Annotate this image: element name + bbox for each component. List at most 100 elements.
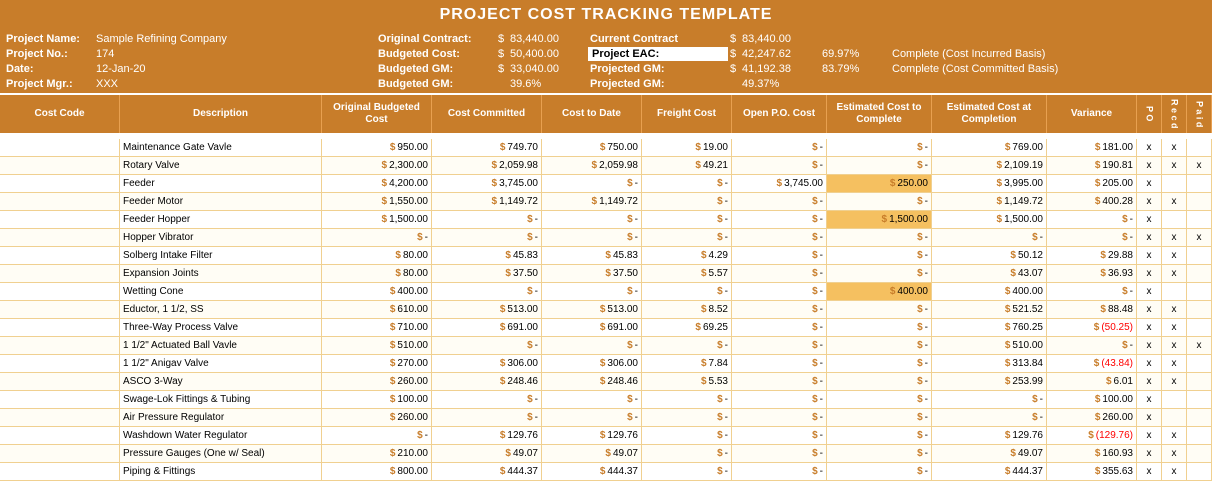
cell-eac: $1,149.72: [932, 193, 1047, 210]
header-original-budgeted-cost: Original Budgeted Cost: [322, 95, 432, 133]
cell-variance: $190.81: [1047, 157, 1137, 174]
table-row: Swage-Lok Fittings & Tubing $100.00 $- $…: [0, 391, 1212, 409]
cell-recd: x: [1162, 463, 1187, 480]
cell-recd: x: [1162, 139, 1187, 156]
data-rows-container: Maintenance Gate Vavle $950.00 $749.70 $…: [0, 139, 1212, 481]
cell-orig: $610.00: [322, 301, 432, 318]
cell-variance: $181.00: [1047, 139, 1137, 156]
cell-committed: $-: [432, 337, 542, 354]
cell-eac: $760.25: [932, 319, 1047, 336]
financial-info: Original Contract: $ 83,440.00 Current C…: [376, 32, 1206, 91]
cell-eac: $400.00: [932, 283, 1047, 300]
cell-variance: $-: [1047, 337, 1137, 354]
cell-eac: $-: [932, 391, 1047, 408]
cell-description: 1 1/2" Anigav Valve: [120, 355, 322, 372]
cell-todate: $-: [542, 283, 642, 300]
cell-freight: $-: [642, 337, 732, 354]
table-row: ASCO 3-Way $260.00 $248.46 $248.46 $5.53…: [0, 373, 1212, 391]
cell-openpo: $-: [732, 139, 827, 156]
cell-po: x: [1137, 337, 1162, 354]
cell-committed: $129.76: [432, 427, 542, 444]
cell-orig: $260.00: [322, 373, 432, 390]
cell-costcode: [0, 283, 120, 300]
cell-recd: x: [1162, 247, 1187, 264]
cell-paid: [1187, 445, 1212, 462]
cell-variance: $355.63: [1047, 463, 1137, 480]
cell-costcode: [0, 355, 120, 372]
cell-todate: $129.76: [542, 427, 642, 444]
cell-paid: [1187, 211, 1212, 228]
cell-description: Piping & Fittings: [120, 463, 322, 480]
table-row: Solberg Intake Filter $80.00 $45.83 $45.…: [0, 247, 1212, 265]
info-section: Project Name: Sample Refining Company Pr…: [0, 30, 1212, 93]
cell-estcomplete: $-: [827, 373, 932, 390]
cell-freight: $7.84: [642, 355, 732, 372]
cell-description: Three-Way Process Valve: [120, 319, 322, 336]
cell-variance: $(50.25): [1047, 319, 1137, 336]
cell-todate: $1,149.72: [542, 193, 642, 210]
cell-estcomplete: $-: [827, 247, 932, 264]
cell-committed: $2,059.98: [432, 157, 542, 174]
cell-estcomplete: $-: [827, 301, 932, 318]
cell-estcomplete: $-: [827, 337, 932, 354]
cell-recd: x: [1162, 355, 1187, 372]
cell-todate: $750.00: [542, 139, 642, 156]
cell-committed: $-: [432, 409, 542, 426]
cell-costcode: [0, 211, 120, 228]
cell-freight: $-: [642, 229, 732, 246]
projected-gm2-label: Projected GM:: [588, 77, 728, 91]
cell-todate: $2,059.98: [542, 157, 642, 174]
header-variance: Variance: [1047, 95, 1137, 133]
cell-orig: $4,200.00: [322, 175, 432, 192]
cell-openpo: $-: [732, 301, 827, 318]
cell-orig: $710.00: [322, 319, 432, 336]
cell-variance: $6.01: [1047, 373, 1137, 390]
cell-estcomplete: $-: [827, 157, 932, 174]
cell-recd: x: [1162, 373, 1187, 390]
header-cost-to-date: Cost to Date: [542, 95, 642, 133]
table-row: Wetting Cone $400.00 $- $- $- $- $400.00…: [0, 283, 1212, 301]
header-estimated-cost-at-completion: Estimated Cost at Completion: [932, 95, 1047, 133]
cell-variance: $-: [1047, 229, 1137, 246]
cell-variance: $260.00: [1047, 409, 1137, 426]
cell-todate: $45.83: [542, 247, 642, 264]
current-contract-label: Current Contract: [588, 32, 728, 46]
cell-po: x: [1137, 211, 1162, 228]
cell-po: x: [1137, 319, 1162, 336]
table-header: Cost Code Description Original Budgeted …: [0, 93, 1212, 133]
cell-orig: $950.00: [322, 139, 432, 156]
cell-committed: $37.50: [432, 265, 542, 282]
cell-costcode: [0, 265, 120, 282]
table-row: Feeder Motor $1,550.00 $1,149.72 $1,149.…: [0, 193, 1212, 211]
cell-eac: $50.12: [932, 247, 1047, 264]
cell-orig: $80.00: [322, 265, 432, 282]
cell-po: x: [1137, 175, 1162, 192]
cell-description: 1 1/2" Actuated Ball Vavle: [120, 337, 322, 354]
cell-todate: $-: [542, 211, 642, 228]
cell-variance: $-: [1047, 211, 1137, 228]
cell-recd: [1162, 391, 1187, 408]
cell-costcode: [0, 247, 120, 264]
cell-estcomplete: $-: [827, 139, 932, 156]
header-estimated-cost-to-complete: Estimated Cost to Complete: [827, 95, 932, 133]
cell-recd: x: [1162, 301, 1187, 318]
cell-committed: $1,149.72: [432, 193, 542, 210]
header-recd: R e c d: [1162, 95, 1187, 133]
cell-freight: $-: [642, 193, 732, 210]
table-row: Maintenance Gate Vavle $950.00 $749.70 $…: [0, 139, 1212, 157]
cell-todate: $-: [542, 391, 642, 408]
cell-paid: [1187, 265, 1212, 282]
table-row: 1 1/2" Actuated Ball Vavle $510.00 $- $-…: [0, 337, 1212, 355]
cell-orig: $1,550.00: [322, 193, 432, 210]
budgeted-gm2-val: 39.6%: [508, 77, 588, 91]
date-label: Date:: [6, 62, 96, 76]
cell-committed: $49.07: [432, 445, 542, 462]
cell-estcomplete: $-: [827, 265, 932, 282]
cell-po: x: [1137, 139, 1162, 156]
cell-todate: $444.37: [542, 463, 642, 480]
header-po: P O: [1137, 95, 1162, 133]
cell-description: Washdown Water Regulator: [120, 427, 322, 444]
cell-freight: $5.57: [642, 265, 732, 282]
cell-eac: $43.07: [932, 265, 1047, 282]
cell-freight: $8.52: [642, 301, 732, 318]
